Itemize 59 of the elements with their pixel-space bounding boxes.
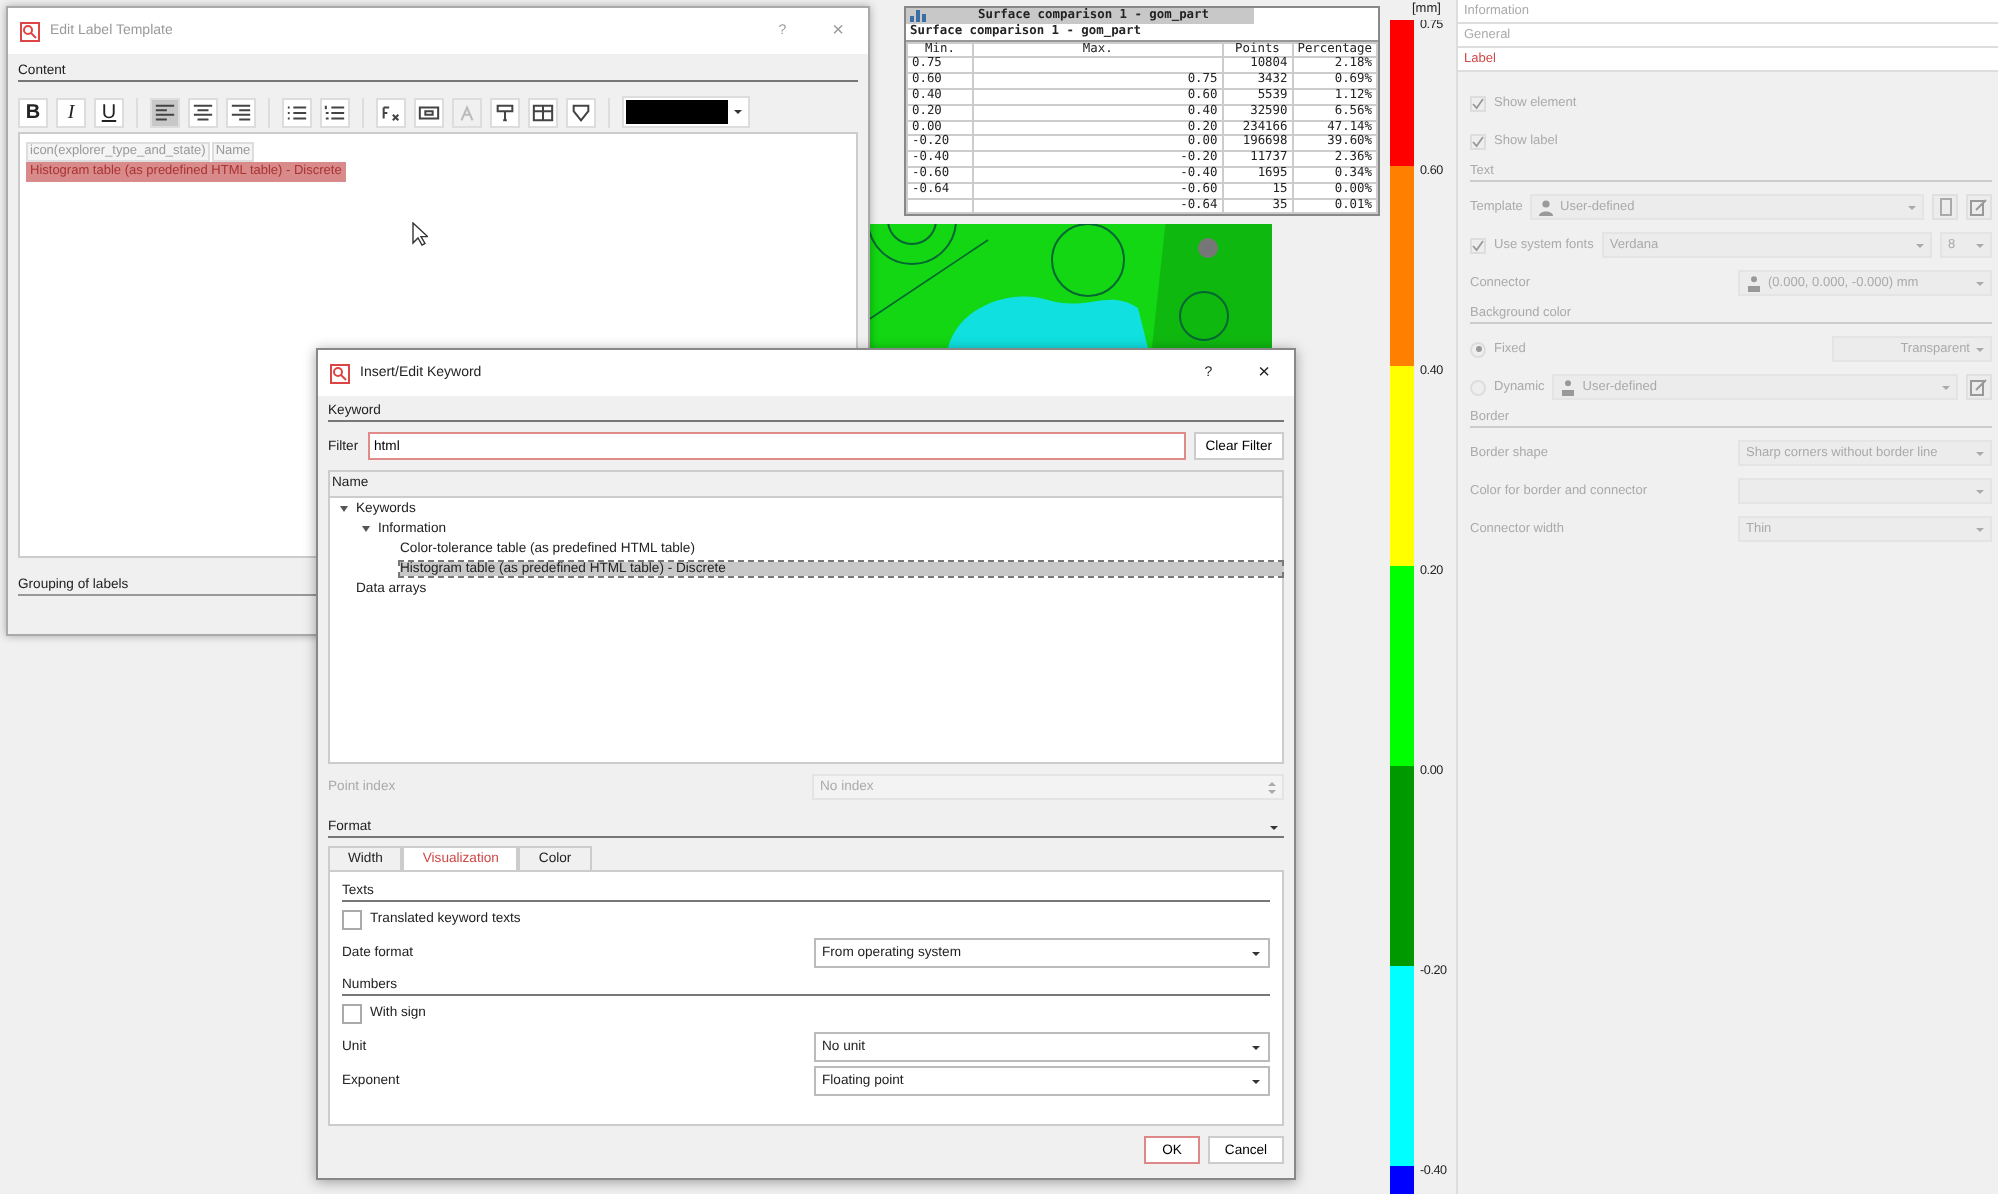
magnifier-icon: [330, 363, 350, 383]
caret-icon: [1252, 951, 1260, 955]
person-group-icon: [1560, 379, 1577, 395]
checkbox[interactable]: [1470, 133, 1486, 149]
bold-button[interactable]: B: [18, 97, 48, 127]
person-group-icon: [1746, 275, 1762, 291]
formula-button[interactable]: [376, 97, 406, 127]
symbol-icon: [456, 101, 478, 123]
bullet-list-button[interactable]: [282, 97, 312, 127]
underline-button[interactable]: U: [94, 97, 124, 127]
collapse-caret-icon[interactable]: [1270, 825, 1278, 829]
italic-button[interactable]: I: [56, 97, 86, 127]
chart-icon: [910, 9, 926, 22]
caret-icon: [1908, 205, 1916, 209]
caret-icon: [1976, 451, 1984, 455]
spinner-arrows-icon: [1268, 779, 1276, 795]
edit-icon: [1970, 378, 1988, 396]
font-color-picker[interactable]: [622, 96, 750, 128]
caret-icon: [1976, 243, 1984, 247]
checkbox[interactable]: [342, 909, 362, 929]
document-icon: [1939, 198, 1951, 216]
mouse-pointer-icon: [412, 222, 428, 246]
expand-arrow-icon[interactable]: [362, 525, 370, 531]
caret-icon: [1916, 243, 1924, 247]
checkbox[interactable]: [342, 1003, 362, 1023]
bullet-list-icon: [286, 101, 308, 123]
image-button[interactable]: [414, 97, 444, 127]
image-icon: [418, 101, 440, 123]
caret-icon: [1976, 527, 1984, 531]
table-icon: [532, 101, 554, 123]
person-icon: [1538, 199, 1554, 215]
caret-icon: [1252, 1045, 1260, 1049]
align-center-icon: [192, 101, 214, 123]
edit-icon: [1970, 198, 1988, 216]
caret-icon: [1252, 1079, 1260, 1083]
align-left-icon: [154, 101, 176, 123]
format-paint-icon: [494, 101, 516, 123]
align-center-button[interactable]: [188, 97, 218, 127]
close-button[interactable]: ×: [1258, 362, 1270, 384]
caret-icon: [734, 110, 742, 114]
checkbox[interactable]: [1470, 95, 1486, 111]
table-button[interactable]: [528, 97, 558, 127]
caret-icon: [1976, 347, 1984, 351]
insert-field-button[interactable]: [566, 97, 596, 127]
number-list-button[interactable]: [320, 97, 350, 127]
magnifier-icon: [20, 21, 40, 41]
expand-arrow-icon[interactable]: [340, 505, 348, 511]
caret-icon: [1976, 281, 1984, 285]
insert-field-icon: [570, 101, 592, 123]
align-right-button[interactable]: [226, 97, 256, 127]
caret-icon: [1976, 489, 1984, 493]
radio-button[interactable]: [1470, 341, 1486, 357]
format-paint-button[interactable]: [490, 97, 520, 127]
formula-icon: [380, 101, 402, 123]
number-list-icon: [324, 101, 346, 123]
caret-icon: [1942, 385, 1950, 389]
align-left-button[interactable]: [150, 97, 180, 127]
align-right-icon: [230, 101, 252, 123]
checkbox[interactable]: [1470, 237, 1486, 253]
